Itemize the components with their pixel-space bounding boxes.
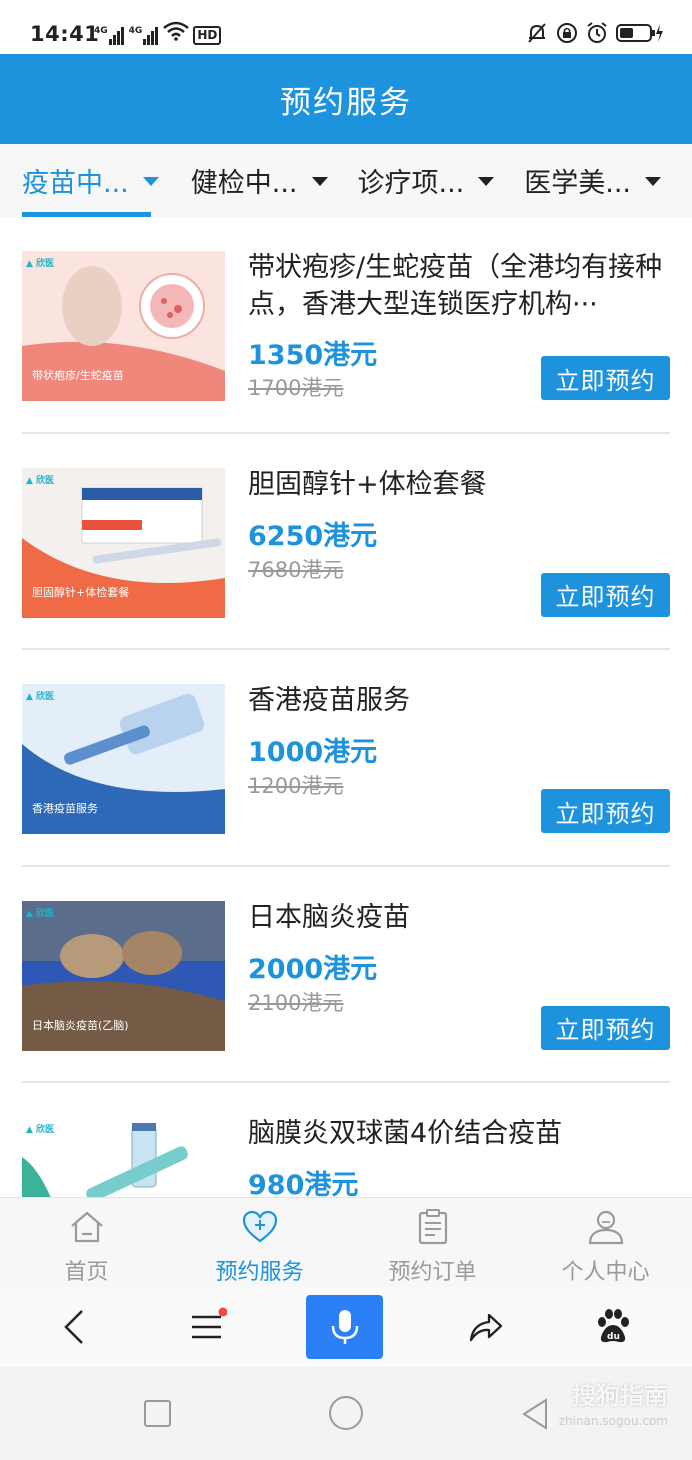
page-title: 预约服务	[280, 84, 412, 121]
battery-charging-icon	[616, 22, 664, 48]
lock-rotation-icon	[556, 22, 578, 48]
product-original-price: 1200港元	[248, 774, 344, 798]
product-thumbnail-meningococcal[interactable]: ▲ 欣医	[22, 1117, 225, 1197]
product-name[interactable]: 香港疫苗服务	[248, 682, 668, 719]
signal-icon: 4G	[94, 27, 125, 45]
watermark-text: 搜狗指南	[572, 1382, 668, 1410]
app-header: 预约服务	[0, 54, 692, 144]
signal-icon: 4G	[129, 27, 160, 45]
nav-home[interactable]: 首页	[0, 1198, 173, 1287]
tab-health-check-center[interactable]: 健检中...	[191, 144, 328, 217]
thumbnail-caption: 香港疫苗服务	[32, 802, 98, 815]
tab-medical-aesthetics[interactable]: 医学美...	[524, 144, 661, 217]
nav-personal-center[interactable]: 个人中心	[519, 1198, 692, 1287]
nav-booking-orders[interactable]: 预约订单	[346, 1198, 519, 1287]
product-name[interactable]: 脑膜炎双球菌4价结合疫苗	[248, 1115, 668, 1152]
nav-label: 个人中心	[561, 1260, 650, 1285]
product-price: 1350港元	[248, 340, 378, 371]
brand-logo-icon: ▲ 欣医	[26, 908, 55, 919]
product-card[interactable]: ▲ 欣医 脑膜炎双球菌4价结合疫苗 980港元	[22, 1083, 670, 1197]
book-now-button[interactable]: 立即预约	[541, 789, 670, 833]
browser-toolbar: du	[0, 1287, 692, 1367]
product-card[interactable]: ▲ 欣医 香港疫苗服务 香港疫苗服务 1000港元 1200港元 立即预约	[22, 650, 670, 867]
tab-treatment-items[interactable]: 诊疗项...	[358, 144, 495, 217]
tab-label: 疫苗中...	[22, 168, 129, 199]
bottom-tab-bar: 首页 预约服务 预约订单 个人中心	[0, 1197, 692, 1287]
thumbnail-caption: 日本脑炎疫苗(乙脑)	[32, 1018, 129, 1032]
nav-label: 预约订单	[388, 1260, 477, 1285]
thumbnail-caption: 胆固醇针+体检套餐	[32, 585, 130, 599]
product-card[interactable]: ▲ 欣医 胆固醇针+体检套餐 胆固醇针+体检套餐 6250港元 7680港元 立…	[22, 434, 670, 650]
microphone-icon	[331, 1310, 358, 1344]
mute-icon	[526, 22, 548, 48]
brand-logo-icon: ▲ 欣医	[26, 1125, 55, 1135]
product-price: 2000港元	[248, 953, 378, 985]
hd-icon: HD	[193, 26, 222, 45]
caret-down-icon	[645, 177, 661, 186]
status-network-icons: 4G 4G HD	[94, 21, 222, 45]
category-tabs: 疫苗中... 健检中... 诊疗项... 医学美...	[0, 144, 692, 217]
share-icon[interactable]	[454, 1296, 516, 1358]
alarm-icon	[586, 22, 608, 48]
product-name[interactable]: 日本脑炎疫苗	[248, 899, 668, 936]
home-circle-icon[interactable]	[329, 1396, 363, 1430]
tab-label: 健检中...	[190, 168, 298, 199]
back-triangle-icon[interactable]	[520, 1398, 550, 1434]
caret-down-icon	[142, 177, 159, 186]
status-time: 14:41	[30, 22, 100, 46]
book-now-button[interactable]: 立即预约	[541, 356, 670, 400]
nav-label: 预约服务	[215, 1260, 304, 1285]
baidu-paw-icon[interactable]: du	[582, 1296, 644, 1358]
book-now-button[interactable]: 立即预约	[541, 1005, 670, 1050]
svg-text:du: du	[607, 1332, 620, 1342]
product-name[interactable]: 带状疱疹/生蛇疫苗（全港均有接种点，香港大型连锁医疗机构···	[248, 249, 668, 323]
tab-vaccine-center[interactable]: 疫苗中...	[22, 144, 159, 217]
nav-label: 首页	[64, 1260, 109, 1285]
network-label: 4G	[128, 26, 143, 36]
status-bar: 14:41 4G 4G HD	[0, 0, 692, 54]
brand-logo-icon: ▲ 欣医	[26, 692, 55, 702]
caret-down-icon	[478, 177, 495, 186]
product-price: 6250港元	[248, 520, 378, 552]
back-icon[interactable]	[44, 1296, 106, 1358]
user-icon	[588, 1210, 623, 1245]
tab-label: 诊疗项...	[357, 168, 465, 199]
product-name[interactable]: 胆固醇针+体检套餐	[248, 466, 668, 503]
recent-apps-icon[interactable]	[144, 1400, 171, 1427]
tab-label: 医学美...	[524, 168, 631, 199]
home-icon	[70, 1211, 103, 1243]
watermark-url: zhinan.sogou.com	[558, 1414, 668, 1428]
product-original-price: 7680港元	[248, 557, 344, 582]
product-thumbnail-shingles[interactable]: ▲ 欣医 带状疱疹/生蛇疫苗	[22, 251, 225, 401]
clipboard-icon	[418, 1209, 447, 1245]
menu-icon[interactable]	[176, 1296, 238, 1358]
product-original-price: 1700港元	[248, 376, 344, 400]
product-thumbnail-cholesterol[interactable]: ▲ 欣医 胆固醇针+体检套餐	[22, 467, 225, 618]
product-card[interactable]: ▲ 欣医 日本脑炎疫苗(乙脑) 日本脑炎疫苗 2000港元 2100港元 立即预…	[22, 867, 670, 1083]
product-list: ▲ 欣医 带状疱疹/生蛇疫苗 带状疱疹/生蛇疫苗（全港均有接种点，香港大型连锁医…	[22, 217, 670, 1197]
nav-booking-service[interactable]: 预约服务	[173, 1198, 346, 1287]
status-system-icons	[526, 22, 664, 48]
network-label: 4G	[94, 26, 108, 36]
product-thumbnail-japanese-encephalitis[interactable]: ▲ 欣医 日本脑炎疫苗(乙脑)	[22, 900, 225, 1051]
product-thumbnail-hk-vaccine[interactable]: ▲ 欣医 香港疫苗服务	[22, 684, 225, 834]
caret-down-icon	[311, 177, 328, 186]
product-price: 980港元	[248, 1170, 359, 1197]
book-now-button[interactable]: 立即预约	[541, 572, 670, 617]
product-card[interactable]: ▲ 欣医 带状疱疹/生蛇疫苗 带状疱疹/生蛇疫苗（全港均有接种点，香港大型连锁医…	[22, 217, 670, 434]
thumbnail-caption: 带状疱疹/生蛇疫苗	[32, 369, 124, 382]
brand-logo-icon: ▲ 欣医	[26, 475, 55, 486]
heart-plus-icon	[242, 1210, 277, 1243]
brand-logo-icon: ▲ 欣医	[26, 259, 55, 269]
voice-search-button[interactable]	[306, 1295, 383, 1359]
wifi-icon	[163, 21, 190, 45]
product-original-price: 2100港元	[248, 990, 344, 1015]
product-price: 1000港元	[248, 737, 378, 768]
